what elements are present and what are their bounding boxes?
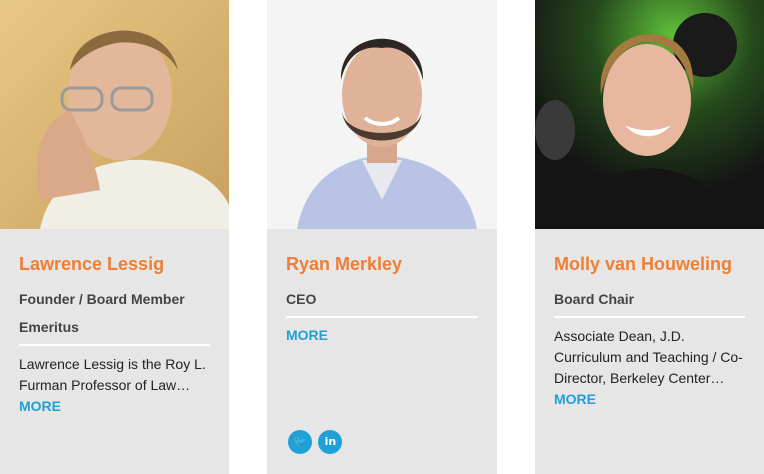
person-bio: Associate Dean, J.D. Curriculum and Teac…: [554, 326, 745, 410]
person-role: Founder / Board Member: [19, 291, 185, 307]
person-card-merkley: Ryan Merkley CEO MORE 🐦 in: [267, 0, 497, 474]
divider: [554, 316, 745, 318]
person-name: Lawrence Lessig: [19, 254, 165, 274]
person-name: Ryan Merkley: [286, 254, 403, 274]
person-name: Molly van Houweling: [554, 254, 733, 274]
more-link[interactable]: MORE: [554, 391, 596, 407]
portrait-photo: [267, 0, 497, 229]
divider: [19, 344, 210, 346]
person-role-continued: Emeritus: [19, 319, 79, 335]
twitter-icon[interactable]: 🐦: [288, 430, 312, 454]
more-link[interactable]: MORE: [19, 398, 61, 414]
person-card-van-houweling: Molly van Houweling Board Chair Associat…: [535, 0, 764, 474]
person-role: CEO: [286, 291, 317, 307]
social-links: 🐦 in: [288, 430, 344, 454]
bio-text: Associate Dean, J.D. Curriculum and Teac…: [554, 328, 743, 386]
person-card-lessig: Lawrence Lessig Founder / Board Member E…: [0, 0, 229, 474]
bio-text: Lawrence Lessig is the Roy L. Furman Pro…: [19, 356, 206, 393]
person-bio: Lawrence Lessig is the Roy L. Furman Pro…: [19, 354, 210, 417]
portrait-photo: [535, 0, 764, 229]
more-link[interactable]: MORE: [286, 327, 328, 343]
person-role: Board Chair: [554, 291, 635, 307]
portrait-photo: [0, 0, 229, 229]
divider: [286, 316, 478, 318]
linkedin-icon[interactable]: in: [318, 430, 343, 454]
